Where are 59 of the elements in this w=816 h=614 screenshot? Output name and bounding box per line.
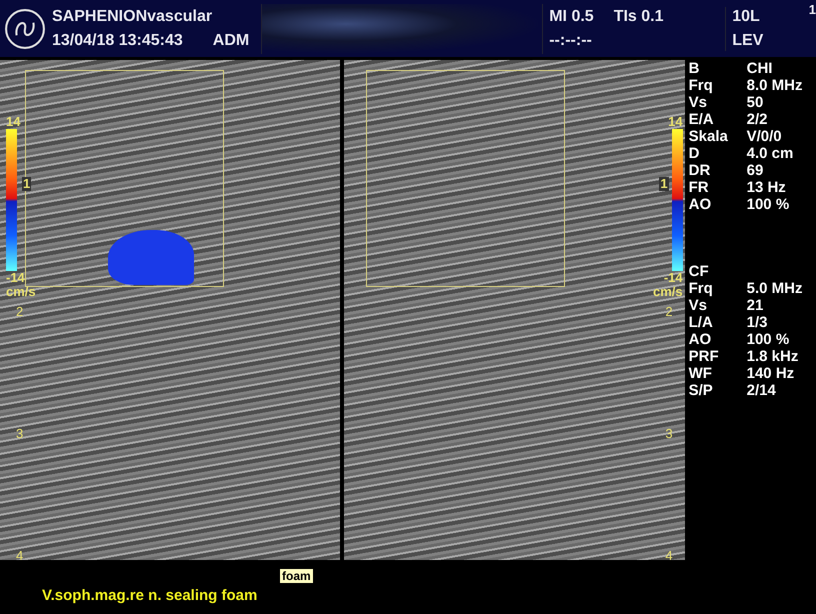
- parameter-label: D: [688, 145, 700, 162]
- parameter-label: E/A: [688, 111, 715, 128]
- annotation-text: V.soph.mag.re n. sealing foam: [42, 587, 258, 604]
- parameter-label: Frq: [688, 77, 714, 94]
- scale-unit: cm/s: [652, 285, 683, 299]
- parameter-label: AO: [688, 331, 712, 348]
- mi-value: MI 0.5: [549, 6, 594, 26]
- parameter-value: 100 %: [746, 331, 790, 348]
- parameter-value: 1.8 kHz: [746, 348, 798, 365]
- parameter-label: PRF: [688, 348, 720, 365]
- parameter-value: 2/2: [746, 111, 768, 128]
- date-time: 13/04/18 13:45:43: [52, 30, 183, 50]
- probe-label: 10L: [732, 6, 761, 26]
- parameter-label: Skala: [688, 128, 729, 145]
- scale-max: 14: [668, 115, 683, 129]
- scale-mid: 1: [22, 177, 32, 191]
- tis-value: TIs 0.1: [614, 6, 664, 26]
- logo-icon: [4, 8, 46, 50]
- parameter-label: FR: [688, 179, 710, 196]
- parameter-value: 140 Hz: [746, 365, 794, 382]
- parameter-label: Vs: [688, 94, 708, 111]
- parameter-label: DR: [688, 162, 712, 179]
- scale-max: 14: [6, 115, 20, 129]
- parameter-label: AO: [688, 196, 712, 213]
- parameter-label: L/A: [688, 314, 714, 331]
- parameter-value: 100 %: [746, 196, 790, 213]
- annotation-tag: foam: [280, 569, 313, 583]
- parameter-value: 4.0 cm: [746, 145, 794, 162]
- scale-min: -14: [664, 271, 683, 285]
- depth-marker: 4: [16, 548, 24, 563]
- scale-min: -14: [6, 271, 25, 285]
- timer-label: --:--:--: [549, 30, 593, 50]
- parameter-value: 5.0 MHz: [746, 280, 802, 297]
- operator-label: ADM: [212, 30, 250, 50]
- depth-marker: 3: [665, 426, 673, 441]
- parameter-label: S/P: [688, 382, 714, 399]
- parameter-label: Frq: [688, 280, 714, 297]
- depth-marker: 3: [16, 426, 24, 441]
- parameter-value: V/0/0: [746, 128, 782, 145]
- parameter-value: 13 Hz: [746, 179, 786, 196]
- preset-label: LEV: [732, 30, 764, 50]
- depth-marker: 2: [16, 304, 24, 319]
- system-title: SAPHENIONvascular: [52, 6, 214, 26]
- parameter-label: CF: [688, 263, 710, 280]
- scale-unit: cm/s: [6, 285, 36, 299]
- edge-text: 1: [808, 2, 816, 17]
- parameter-label: WF: [688, 365, 713, 382]
- parameter-value: CHI: [746, 60, 772, 77]
- parameter-value: 21: [746, 297, 764, 314]
- parameter-label: B: [688, 60, 700, 77]
- parameter-value: 1/3: [746, 314, 768, 331]
- depth-marker: 4: [665, 548, 673, 563]
- parameter-value: 2/14: [746, 382, 776, 399]
- parameter-value: 50: [746, 94, 764, 111]
- parameter-label: Vs: [688, 297, 708, 314]
- parameter-value: 69: [746, 162, 764, 179]
- scale-mid: 1: [659, 177, 669, 191]
- parameter-value: 8.0 MHz: [746, 77, 802, 94]
- depth-marker: 2: [665, 304, 673, 319]
